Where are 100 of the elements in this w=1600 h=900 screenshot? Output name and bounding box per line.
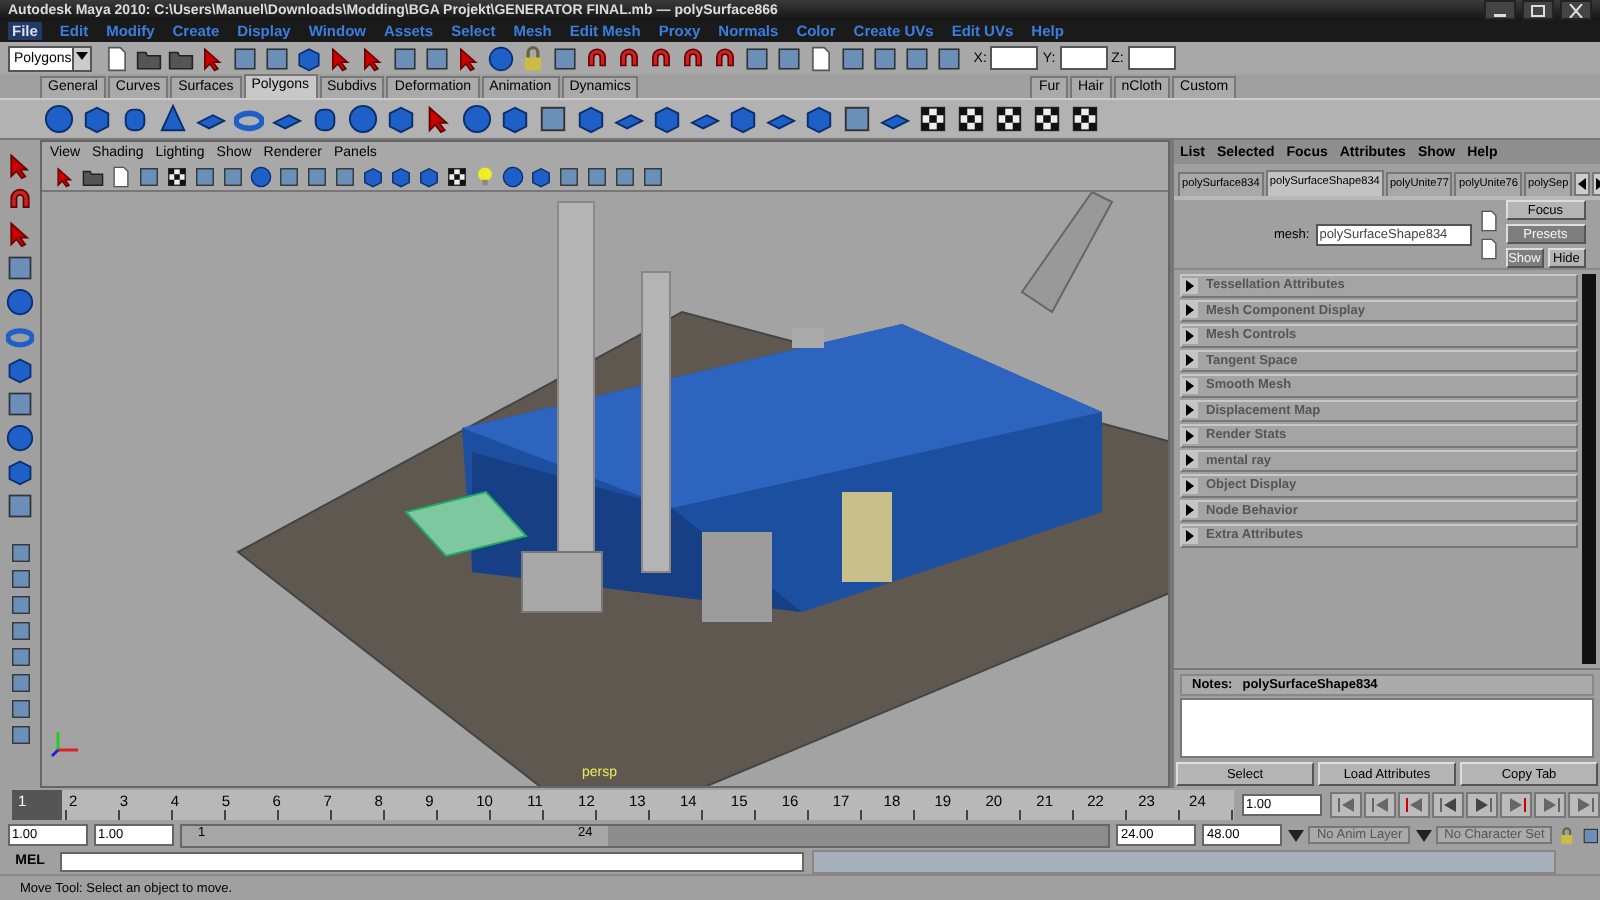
play-forward-button[interactable] bbox=[1466, 792, 1498, 818]
square-icon[interactable] bbox=[306, 165, 328, 187]
axis-icon bbox=[50, 726, 82, 758]
square-icon[interactable] bbox=[558, 165, 580, 187]
arrow-icon[interactable] bbox=[199, 45, 226, 71]
playback-icon bbox=[1575, 798, 1593, 812]
square-icon[interactable] bbox=[231, 45, 258, 71]
caret-icon bbox=[1288, 829, 1305, 841]
caret-icon bbox=[73, 47, 90, 63]
square-icon[interactable] bbox=[9, 620, 31, 642]
arrow-icon[interactable] bbox=[455, 45, 482, 71]
lock-icon[interactable] bbox=[1558, 825, 1577, 845]
step-forward-button[interactable] bbox=[1500, 792, 1532, 818]
playback-icon bbox=[1507, 798, 1525, 812]
document-icon[interactable] bbox=[1477, 209, 1500, 231]
go-to-start-button[interactable] bbox=[1330, 792, 1362, 818]
coordinate-field[interactable] bbox=[990, 46, 1039, 70]
arrow-icon[interactable] bbox=[6, 152, 34, 180]
square-icon[interactable] bbox=[138, 165, 160, 187]
square-icon[interactable] bbox=[871, 45, 898, 71]
sphere-icon[interactable] bbox=[44, 104, 74, 134]
square-icon[interactable] bbox=[935, 45, 962, 71]
square-icon[interactable] bbox=[586, 165, 608, 187]
playback-icon bbox=[1337, 798, 1355, 812]
cone-icon[interactable] bbox=[158, 104, 188, 134]
square-icon[interactable] bbox=[6, 390, 34, 418]
square-icon[interactable] bbox=[278, 165, 300, 187]
square-icon[interactable] bbox=[642, 165, 664, 187]
maximize-button[interactable] bbox=[1522, 0, 1554, 20]
sphere-icon[interactable] bbox=[502, 165, 524, 187]
square-icon[interactable] bbox=[842, 104, 872, 134]
document-icon[interactable] bbox=[1477, 237, 1500, 259]
square-icon[interactable] bbox=[334, 165, 356, 187]
maximize-icon bbox=[1530, 3, 1546, 17]
checker-icon[interactable] bbox=[1070, 104, 1100, 134]
playback-icon bbox=[1439, 798, 1457, 812]
magnet-icon[interactable] bbox=[6, 186, 34, 214]
arrow-icon[interactable] bbox=[6, 220, 34, 248]
square-icon[interactable] bbox=[423, 45, 450, 71]
checker-icon[interactable] bbox=[994, 104, 1024, 134]
square-icon[interactable] bbox=[222, 165, 244, 187]
step-forward-key-button[interactable] bbox=[1534, 792, 1566, 818]
square-icon[interactable] bbox=[194, 165, 216, 187]
sphere-icon[interactable] bbox=[6, 288, 34, 316]
playback-icon bbox=[1371, 798, 1389, 812]
square-icon[interactable] bbox=[9, 672, 31, 694]
arrow-icon[interactable] bbox=[359, 45, 386, 71]
checker-icon[interactable] bbox=[1032, 104, 1062, 134]
square-icon[interactable] bbox=[9, 646, 31, 668]
arrow-icon[interactable] bbox=[424, 104, 454, 134]
magnet-icon[interactable] bbox=[679, 45, 706, 71]
checker-icon[interactable] bbox=[956, 104, 986, 134]
square-icon[interactable] bbox=[9, 568, 31, 590]
sphere-icon[interactable] bbox=[487, 45, 514, 71]
command-field[interactable] bbox=[60, 851, 804, 871]
square-icon[interactable] bbox=[9, 542, 31, 564]
square-icon[interactable] bbox=[538, 104, 568, 134]
playback-icon bbox=[1473, 798, 1491, 812]
magnet-icon[interactable] bbox=[711, 45, 738, 71]
sphere-icon[interactable] bbox=[250, 165, 272, 187]
checker-icon[interactable] bbox=[166, 165, 188, 187]
playback-icon bbox=[1541, 798, 1559, 812]
square-icon[interactable] bbox=[9, 698, 31, 720]
caret-icon bbox=[1416, 829, 1433, 841]
square-icon[interactable] bbox=[391, 45, 418, 71]
square-icon[interactable] bbox=[775, 45, 802, 71]
step-back-button[interactable] bbox=[1398, 792, 1430, 818]
checker-icon[interactable] bbox=[446, 165, 468, 187]
arrow-icon[interactable] bbox=[54, 165, 76, 187]
lock-icon[interactable] bbox=[519, 45, 546, 71]
scrollbar[interactable] bbox=[1582, 274, 1596, 664]
square-icon[interactable] bbox=[903, 45, 930, 71]
square-icon[interactable] bbox=[743, 45, 770, 71]
magnet-icon[interactable] bbox=[615, 45, 642, 71]
square-icon[interactable] bbox=[6, 492, 34, 520]
close-icon bbox=[1568, 3, 1584, 17]
arrow-icon[interactable] bbox=[327, 45, 354, 71]
sphere-icon[interactable] bbox=[462, 104, 492, 134]
sphere-icon[interactable] bbox=[6, 424, 34, 452]
checker-icon[interactable] bbox=[918, 104, 948, 134]
magnet-icon[interactable] bbox=[583, 45, 610, 71]
notes-field[interactable] bbox=[1180, 698, 1594, 758]
sphere-icon[interactable] bbox=[348, 104, 378, 134]
scroll-left-button[interactable] bbox=[1574, 172, 1591, 196]
step-back-key-button[interactable] bbox=[1364, 792, 1396, 818]
square-icon[interactable] bbox=[839, 45, 866, 71]
square-icon[interactable] bbox=[6, 254, 34, 282]
close-button[interactable] bbox=[1560, 0, 1592, 20]
square-icon[interactable] bbox=[551, 45, 578, 71]
square-icon[interactable] bbox=[614, 165, 636, 187]
coordinate-field[interactable] bbox=[1127, 46, 1176, 70]
square-icon[interactable] bbox=[9, 724, 31, 746]
square-icon[interactable] bbox=[1582, 825, 1600, 845]
coordinate-field[interactable] bbox=[1059, 46, 1108, 70]
go-to-end-button[interactable] bbox=[1568, 792, 1600, 818]
minimize-button[interactable] bbox=[1484, 0, 1516, 20]
play-back-button[interactable] bbox=[1432, 792, 1464, 818]
square-icon[interactable] bbox=[9, 594, 31, 616]
square-icon[interactable] bbox=[263, 45, 290, 71]
magnet-icon[interactable] bbox=[647, 45, 674, 71]
